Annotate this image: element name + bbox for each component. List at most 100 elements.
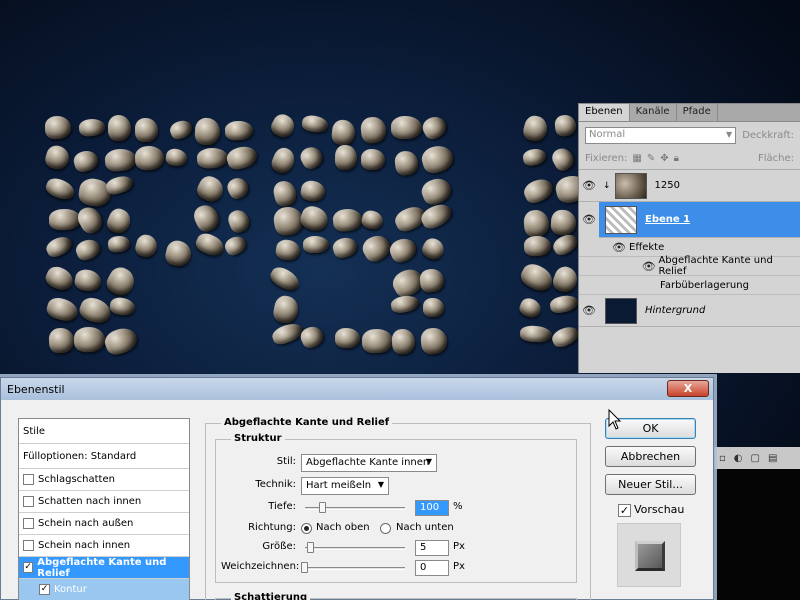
new-layer-icon[interactable]: ▢	[751, 453, 760, 464]
stone-tile	[519, 325, 553, 344]
blending-options-label: Fülloptionen: Standard	[23, 450, 137, 462]
opacity-label: Deckkraft:	[742, 129, 794, 141]
stone-tile	[390, 293, 422, 315]
eye-icon[interactable]: 👁︎	[579, 179, 599, 192]
stone-tile	[330, 119, 356, 147]
stone-tile	[163, 238, 194, 268]
soften-input[interactable]: 0	[415, 560, 449, 576]
layers-panel-toolbar: ▫ ◐ ▢ ▤	[714, 447, 800, 469]
trash-icon[interactable]: ▤	[768, 453, 777, 464]
stone-tile	[104, 173, 135, 197]
stone-tile	[73, 235, 103, 263]
style-item-bevel-emboss[interactable]: ✓ Abgeflachte Kante und Relief	[19, 557, 189, 579]
new-style-button[interactable]: Neuer Stil...	[605, 474, 696, 495]
stone-tile	[43, 174, 77, 202]
tab-kanaele[interactable]: Kanäle	[630, 104, 677, 121]
direction-label: Richtung:	[248, 522, 296, 533]
tab-ebenen[interactable]: Ebenen	[579, 104, 630, 121]
size-input[interactable]: 5	[415, 540, 449, 556]
size-slider-track[interactable]	[305, 547, 405, 550]
stone-tile	[195, 146, 229, 169]
dialog-title-bar[interactable]: Ebenenstil	[1, 378, 713, 400]
stone-tile	[553, 114, 577, 138]
lock-transparency-icon[interactable]: ▦	[632, 153, 641, 164]
style-item-inner-glow[interactable]: Schein nach innen	[19, 535, 189, 557]
stone-tile	[550, 231, 581, 259]
lock-move-icon[interactable]: ✥	[660, 153, 668, 164]
style-item-outer-glow[interactable]: Schein nach außen	[19, 513, 189, 535]
stone-tile	[222, 232, 249, 258]
style-item-contour[interactable]: ✓ Kontur	[19, 579, 189, 600]
styles-header[interactable]: Stile	[19, 419, 189, 444]
stone-tile	[108, 296, 137, 318]
lock-brush-icon[interactable]: ✎	[647, 153, 655, 164]
checkbox[interactable]	[23, 474, 34, 485]
stone-tile	[104, 205, 134, 237]
direction-down-radio[interactable]	[380, 523, 391, 534]
structure-group-title: Struktur	[231, 433, 285, 444]
tab-pfade[interactable]: Pfade	[677, 104, 718, 121]
stone-tile	[167, 117, 195, 142]
style-item-drop-shadow[interactable]: Schlagschatten	[19, 469, 189, 491]
checkbox[interactable]	[23, 496, 34, 507]
effect-label: Farbüberlagerung	[660, 279, 749, 291]
checkbox-checked[interactable]: ✓	[23, 562, 34, 573]
preview-checkbox[interactable]: ✓	[618, 504, 631, 517]
stone-tile	[72, 147, 102, 174]
fill-label: Fläche:	[757, 153, 794, 164]
layer-row-ebene-1[interactable]: 👁︎ Ebene 1	[579, 201, 800, 238]
stone-tile	[299, 179, 327, 202]
checkbox[interactable]	[23, 518, 34, 529]
eye-icon[interactable]: 👁︎	[579, 304, 599, 317]
close-button[interactable]: X	[667, 380, 709, 397]
effect-label: Abgeflachte Kante und Relief	[658, 255, 773, 277]
eye-icon[interactable]: 👁︎	[639, 260, 658, 273]
depth-input[interactable]: 100	[415, 500, 449, 516]
stone-tile	[267, 263, 303, 295]
soften-slider-track[interactable]	[305, 567, 405, 570]
style-item-label: Schatten nach innen	[38, 496, 142, 507]
stone-tile	[43, 263, 77, 295]
depth-slider-thumb[interactable]	[319, 502, 326, 513]
checkbox-checked[interactable]: ✓	[39, 584, 50, 595]
style-select-value: Abgeflachte Kante innen	[306, 457, 430, 468]
effect-row-color-overlay[interactable]: Farbüberlagerung	[579, 276, 800, 295]
soften-unit: Px	[453, 561, 465, 572]
stone-tile	[77, 294, 114, 326]
stone-tile	[271, 293, 300, 326]
layer-row-1250[interactable]: 👁︎ ↓ 1250	[579, 170, 800, 202]
bevel-group-title: Abgeflachte Kante und Relief	[221, 417, 393, 428]
style-item-inner-shadow[interactable]: Schatten nach innen	[19, 491, 189, 513]
link-icon[interactable]: ▫	[719, 453, 726, 464]
layer-thumbnail	[614, 172, 647, 199]
eye-icon[interactable]: 👁︎	[609, 241, 629, 254]
lock-all-icon[interactable]: 🔒︎	[674, 153, 679, 164]
stone-tile	[386, 234, 420, 265]
lock-label: Fixieren:	[585, 153, 628, 164]
direction-up-radio[interactable]	[301, 523, 312, 534]
checkbox[interactable]	[23, 540, 34, 551]
style-select[interactable]: Abgeflachte Kante innen ▼	[301, 454, 437, 472]
stone-tile	[393, 149, 420, 176]
dialog-title: Ebenenstil	[7, 382, 65, 396]
cancel-button[interactable]: Abbrechen	[605, 446, 696, 467]
size-slider-thumb[interactable]	[307, 542, 314, 553]
blend-mode-value: Normal	[589, 128, 626, 140]
depth-unit: %	[453, 501, 463, 512]
stone-tile	[331, 206, 364, 233]
blend-mode-select[interactable]: Normal ▼	[585, 126, 737, 144]
stone-tile	[190, 201, 223, 235]
blending-options-item[interactable]: Fülloptionen: Standard	[19, 444, 189, 469]
chevron-down-icon: ▼	[377, 480, 384, 489]
size-unit: Px	[453, 541, 465, 552]
depth-label: Tiefe:	[268, 501, 296, 512]
style-preview-swatch	[635, 541, 665, 571]
style-item-label: Schein nach außen	[38, 518, 134, 529]
technique-select[interactable]: Hart meißeln ▼	[301, 477, 389, 495]
stone-tile	[48, 207, 82, 231]
soften-slider-thumb[interactable]	[301, 562, 308, 573]
eye-icon[interactable]: 👁︎	[579, 201, 599, 238]
effect-row-bevel[interactable]: 👁︎ Abgeflachte Kante und Relief	[579, 255, 800, 277]
adjustment-icon[interactable]: ◐	[734, 453, 743, 464]
layer-row-hintergrund[interactable]: 👁︎ Hintergrund	[579, 295, 800, 327]
